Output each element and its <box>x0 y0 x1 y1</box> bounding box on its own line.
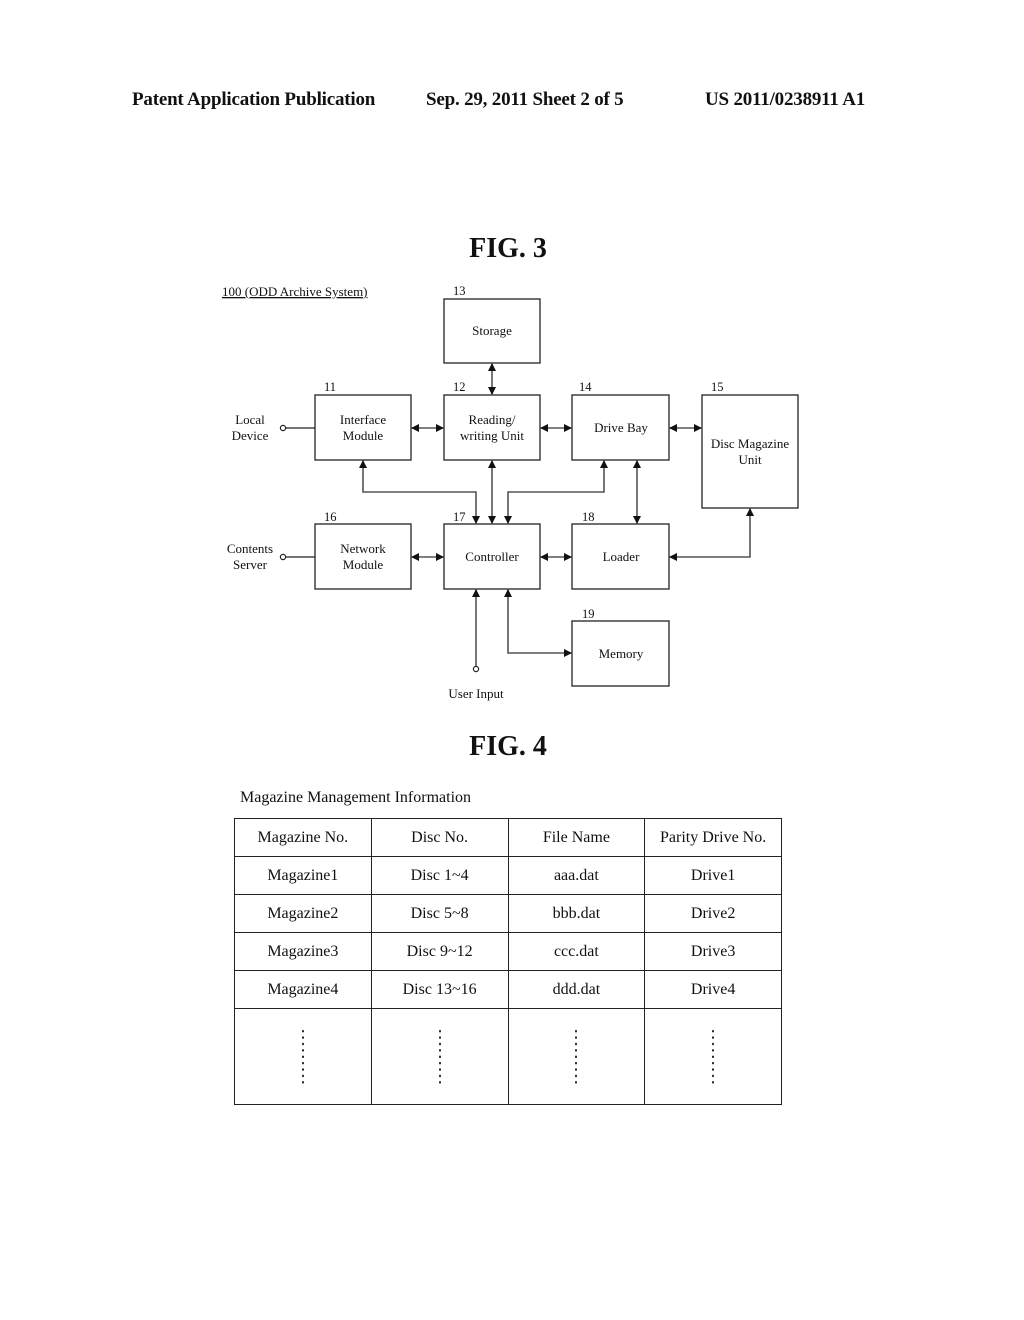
cell-magazine: Magazine1 <box>234 856 372 895</box>
ref-16: 16 <box>324 510 337 524</box>
column-header: Disc No. <box>370 818 509 857</box>
cell-file: ccc.dat <box>507 932 646 971</box>
magazine-management-table: Magazine No. Disc No. File Name Parity D… <box>234 818 782 1105</box>
cell-file: aaa.dat <box>507 856 646 895</box>
network-label-1: Network <box>340 541 386 556</box>
fig4-title: FIG. 4 <box>469 731 547 762</box>
fig3-block-diagram: 100 (ODD Archive System) 13 Storage 11 I… <box>222 284 799 701</box>
vertical-ellipsis-icon <box>712 1027 715 1086</box>
system-label: 100 (ODD Archive System) <box>222 284 368 299</box>
cell-file: bbb.dat <box>507 894 646 933</box>
local-device-label-1: Local <box>235 412 265 427</box>
column-header: File Name <box>507 818 646 857</box>
column-header: Parity Drive No. <box>644 818 782 857</box>
block-memory: 19 Memory <box>571 607 670 687</box>
block-storage: 13 Storage <box>443 284 541 364</box>
cell-magazine: Magazine3 <box>234 932 372 971</box>
controller-label: Controller <box>465 549 519 564</box>
magazine-label-1: Disc Magazine <box>711 436 790 451</box>
ref-12: 12 <box>453 380 466 394</box>
table-row: Magazine4 Disc 13~16 ddd.dat Drive4 <box>234 970 782 1009</box>
network-label-2: Module <box>343 557 384 572</box>
local-device-label-2: Device <box>232 428 269 443</box>
cell-disc: Disc 13~16 <box>370 970 509 1009</box>
terminal-user-input: User Input <box>448 665 504 701</box>
cell-disc: Disc 5~8 <box>370 894 509 933</box>
memory-label: Memory <box>599 646 644 661</box>
cell-drive: Drive4 <box>644 970 782 1009</box>
cell-magazine: Magazine4 <box>234 970 372 1009</box>
contents-server-label-1: Contents <box>227 541 273 556</box>
interface-label-1: Interface <box>340 412 386 427</box>
storage-label: Storage <box>472 323 512 338</box>
ref-13: 13 <box>453 284 466 298</box>
user-input-label: User Input <box>448 686 504 701</box>
vertical-ellipsis-icon <box>301 1027 304 1086</box>
loader-label: Loader <box>603 549 640 564</box>
magazine-label-2: Unit <box>738 452 762 467</box>
table-row: Magazine1 Disc 1~4 aaa.dat Drive1 <box>234 856 782 895</box>
terminal-contents-server: Contents Server <box>227 541 315 572</box>
cell-file: ddd.dat <box>507 970 646 1009</box>
vertical-ellipsis-icon <box>575 1027 578 1086</box>
table-row: Magazine2 Disc 5~8 bbb.dat Drive2 <box>234 894 782 933</box>
contents-server-label-2: Server <box>233 557 268 572</box>
ref-14: 14 <box>579 380 592 394</box>
cell-disc: Disc 1~4 <box>370 856 509 895</box>
cell-magazine: Magazine2 <box>234 894 372 933</box>
block-network-module: 16 Network Module <box>314 510 412 590</box>
cell-drive: Drive1 <box>644 856 782 895</box>
terminal-local-device: Local Device <box>232 412 315 443</box>
block-interface-module: 11 Interface Module <box>314 380 412 461</box>
drivebay-label: Drive Bay <box>594 420 648 435</box>
rw-label-1: Reading/ <box>469 412 516 427</box>
connectors <box>359 363 754 666</box>
ref-18: 18 <box>582 510 595 524</box>
block-disc-magazine-unit: 15 Disc Magazine Unit <box>701 380 799 509</box>
cell-disc: Disc 9~12 <box>370 932 509 971</box>
table-row: Magazine3 Disc 9~12 ccc.dat Drive3 <box>234 932 782 971</box>
ref-19: 19 <box>582 607 595 621</box>
vertical-ellipsis-icon <box>438 1027 441 1086</box>
cell-drive: Drive2 <box>644 894 782 933</box>
cell-drive: Drive3 <box>644 932 782 971</box>
table-continuation-row <box>234 1008 782 1105</box>
table-header-row: Magazine No. Disc No. File Name Parity D… <box>234 818 782 857</box>
block-drive-bay: 14 Drive Bay <box>571 380 670 461</box>
block-loader: 18 Loader <box>571 510 670 590</box>
ref-11: 11 <box>324 380 336 394</box>
interface-label-2: Module <box>343 428 384 443</box>
ref-17: 17 <box>453 510 466 524</box>
table-caption: Magazine Management Information <box>240 789 472 806</box>
column-header: Magazine No. <box>234 818 372 857</box>
rw-label-2: writing Unit <box>460 428 524 443</box>
ref-15: 15 <box>711 380 724 394</box>
